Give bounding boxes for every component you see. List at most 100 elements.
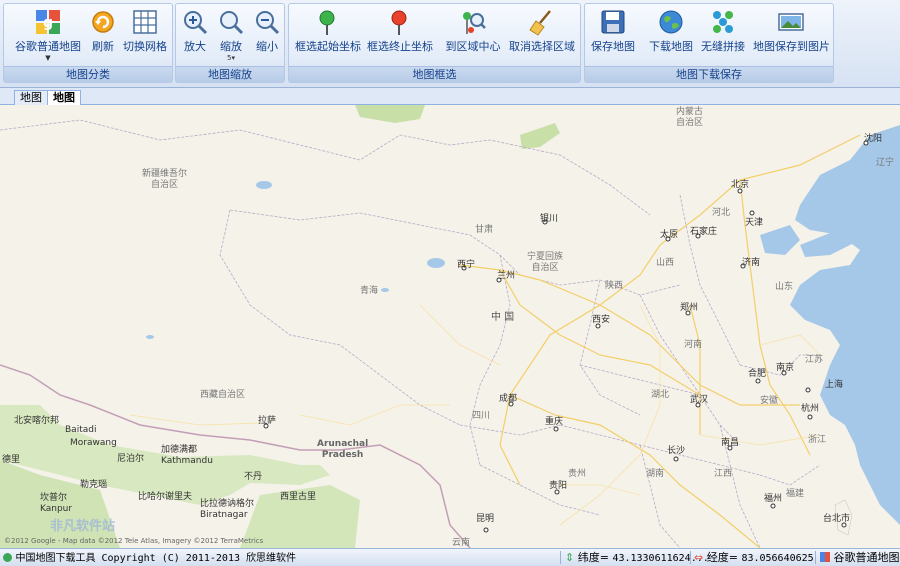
refresh-label: 刷新 [92,40,114,53]
lng-label: 经度= [706,551,738,564]
picture-icon [778,13,804,31]
zoom-value: 5▾ [216,54,246,62]
floppy-disk-icon [601,10,625,34]
app-window: g 谷歌普通地图 ▼ 刷新 切换网格 地图分类 放大 缩放 5▾ 缩小 地图缩放… [0,0,900,566]
toggle-grid-button[interactable]: 切换网格 [120,6,170,64]
chevron-down-icon: ▼ [45,54,51,62]
locate-icon [463,12,486,34]
label-qinghai: 青海 [360,286,379,296]
puzzle-icon [713,11,733,33]
city-bihar: 比哈尔谢里夫 [138,492,193,502]
seamless-button[interactable]: 无缝拼接 [701,6,745,64]
label-xinjiang: 新疆维吾尔 自治区 [142,169,187,191]
label-nepal: 尼泊尔 [117,454,145,464]
map-copyright: ©2012 Google - Map data ©2012 Tele Atlas… [4,537,264,545]
city-taibei: 台北市 [823,514,851,524]
label-guizhou: 贵州 [568,469,587,479]
group-zoom: 放大 缩放 5▾ 缩小 地图缩放 [175,3,285,83]
select-end-label: 框选终止坐标 [367,40,433,53]
download-map-button[interactable]: 下载地图 [649,6,693,64]
label-hebei: 河北 [712,208,731,218]
status-map-type: 谷歌普通地图 [820,549,900,566]
watermark: 非凡软件站 [50,519,116,534]
label-ningxia: 宁夏回族 自治区 [527,252,563,274]
label-jiangxi: 江西 [714,469,733,479]
tab-map-2[interactable]: 地图 [47,90,81,106]
label-beian: 北安喀尔邦 [14,416,60,426]
label-morawang: Morawang [70,438,117,448]
seamless-label: 无缝拼接 [701,40,745,53]
status-app: 中国地图下载工具 Copyright (C) 2011-2013 欣思维软件 [3,549,296,566]
lat-label: 纬度= [577,551,609,564]
label-shanxi: 山西 [656,258,675,268]
cancel-select-button[interactable]: 取消选择区域 [509,6,575,64]
city-chengdu: 成都 [499,394,518,404]
select-start-label: 框选起始坐标 [295,40,361,53]
city-wuhan: 武汉 [690,395,709,405]
label-text: Arunachal Pradesh [317,439,369,460]
city-siliguri: 西里古里 [280,492,317,502]
city-biratnagar: 比拉德讷格尔 Biratnagar [200,499,254,521]
tab-bar: 地图 地图 [0,88,900,106]
to-center-button[interactable]: 到区域中心 [445,6,501,64]
city-lasa: 拉萨 [258,416,277,426]
zoom-out-label: 缩小 [256,40,278,53]
city-kathmandu: 加德满都 Kathmandu [161,445,213,467]
lat-arrow-icon: ⇕ [565,551,575,564]
label-text: 内蒙古 自治区 [676,107,704,128]
label-hubei: 湖北 [651,390,670,400]
group-map-type: g 谷歌普通地图 ▼ 刷新 切换网格 地图分类 [3,3,173,83]
city-kunming: 昆明 [476,514,495,524]
tab-map-1[interactable]: 地图 [14,90,48,105]
status-app-name: 中国地图下载工具 Copyright (C) 2011-2013 欣思维软件 [15,553,297,564]
svg-text:g: g [43,15,53,31]
map-type-label: 谷歌普通地图 [15,40,81,53]
label-xizang: 西藏自治区 [200,390,246,400]
label-jiangsu: 江苏 [805,355,824,365]
refresh-button[interactable]: 刷新 [88,6,118,64]
label-liaoning: 辽宁 [876,158,895,168]
label-baitadi: Baitadi [65,425,97,435]
group-title: 地图分类 [4,66,172,82]
separator [560,551,561,564]
label-gansu: 甘肃 [475,225,494,235]
map-type-button[interactable]: g 谷歌普通地图 ▼ [10,6,86,64]
label-hunan: 湖南 [646,469,665,479]
label-sichuan: 四川 [472,411,491,421]
save-image-button[interactable]: 地图保存到图片 [753,6,830,64]
city-kanpur: 坎普尔 Kanpur [40,493,72,515]
label-shandong: 山东 [775,282,794,292]
label-text: 比拉德讷格尔 Biratnagar [200,499,255,520]
city-tianjin: 天津 [745,218,764,228]
to-center-label: 到区域中心 [445,40,501,53]
toggle-grid-label: 切换网格 [123,40,167,53]
zoom-out-icon [256,11,280,35]
city-delhi: 德里 [2,455,21,465]
google-icon: g [36,10,60,34]
city-shenyang: 沈阳 [864,134,883,144]
zoom-in-label: 放大 [184,40,206,53]
label-bhutan: 不丹 [244,472,263,482]
city-xining: 西宁 [457,260,476,270]
status-map-type-label: 谷歌普通地图 [833,551,900,564]
group-title: 地图框选 [289,66,580,82]
select-start-button[interactable]: 框选起始坐标 [295,6,361,64]
city-hangzhou: 杭州 [801,404,820,414]
map-view[interactable]: 新疆维吾尔 自治区 内蒙古 自治区 青海 甘肃 宁夏回族 自治区 西藏自治区 四… [0,105,900,548]
save-image-label: 地图保存到图片 [753,40,830,53]
zoom-out-button[interactable]: 缩小 [252,6,282,64]
label-neimenggu: 内蒙古 自治区 [676,107,703,129]
group-title: 地图缩放 [176,66,284,82]
zoom-level-button[interactable]: 缩放 5▾ [216,6,246,64]
city-zhengzhou: 郑州 [680,303,699,313]
label-text: 加德满都 Kathmandu [161,445,213,466]
group-download: 保存地图 下载地图 无缝拼接 地图保存到图片 地图下载保存 [584,3,834,83]
google-icon [820,552,830,562]
label-shaanxi: 陕西 [605,281,624,291]
select-end-button[interactable]: 框选终止坐标 [367,6,433,64]
city-nanchang: 南昌 [721,438,740,448]
city-jinan: 济南 [742,258,761,268]
zoom-in-button[interactable]: 放大 [180,6,210,64]
city-shanghai: 上海 [825,380,844,390]
save-map-button[interactable]: 保存地图 [591,6,635,64]
